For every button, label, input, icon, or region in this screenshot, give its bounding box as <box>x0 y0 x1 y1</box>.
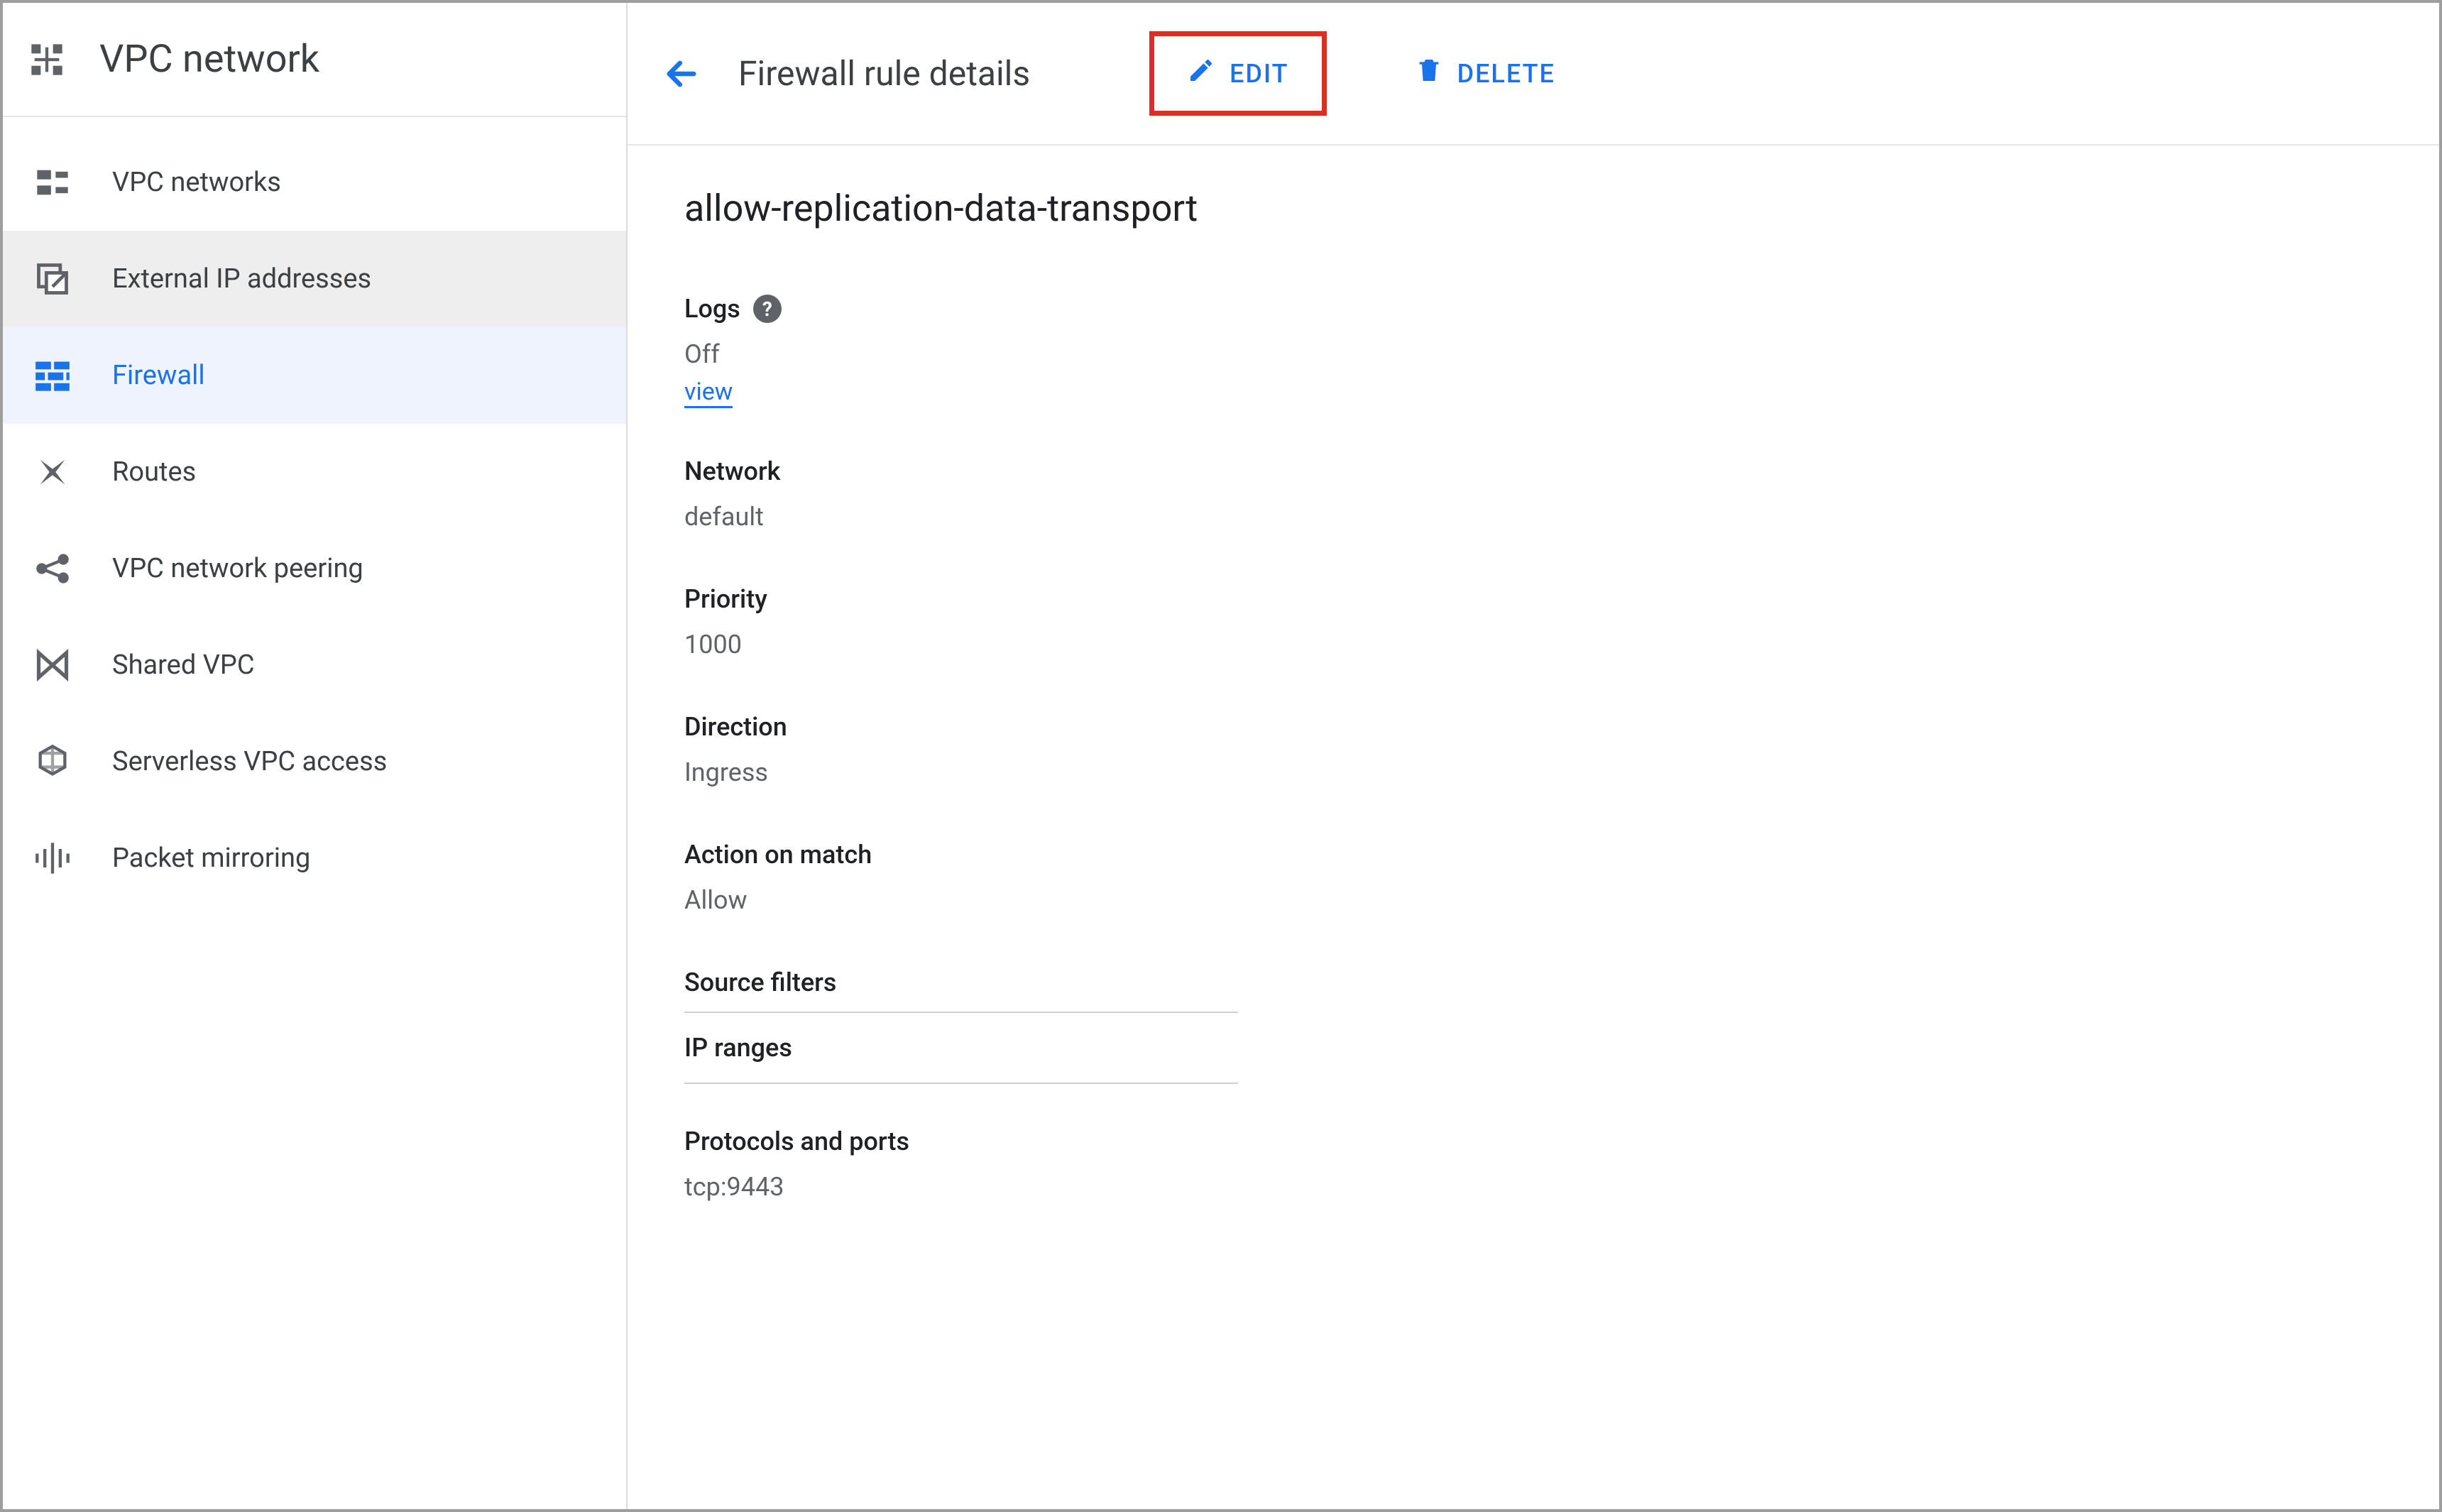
sidebar-item-label: Routes <box>112 456 196 488</box>
source-filters-heading: Source filters <box>684 968 1238 1013</box>
field-protocols: Protocols and ports tcp:9443 <box>684 1127 2382 1206</box>
direction-label: Direction <box>684 712 2382 742</box>
sidebar-item-routes[interactable]: Routes <box>3 424 626 520</box>
vpc-networks-icon <box>34 164 71 201</box>
sidebar-item-label: VPC network peering <box>112 553 363 584</box>
back-button[interactable] <box>659 51 704 97</box>
sidebar-header: VPC network <box>3 3 626 117</box>
edit-button[interactable]: EDIT <box>1161 42 1314 105</box>
shared-vpc-icon <box>34 647 71 684</box>
rule-name: allow-replication-data-transport <box>684 187 2382 230</box>
external-ip-icon <box>34 261 71 297</box>
sidebar-item-serverless[interactable]: Serverless VPC access <box>3 713 626 810</box>
protocols-label: Protocols and ports <box>684 1127 2382 1156</box>
peering-icon <box>34 550 71 587</box>
sidebar-item-label: Serverless VPC access <box>112 746 387 777</box>
logs-label: Logs <box>684 294 740 324</box>
sidebar-item-packet-mirroring[interactable]: Packet mirroring <box>3 810 626 906</box>
firewall-icon <box>34 357 71 394</box>
sidebar-item-label: VPC networks <box>112 167 281 198</box>
pencil-icon <box>1187 56 1215 91</box>
priority-value: 1000 <box>684 625 2382 664</box>
network-label: Network <box>684 456 2382 486</box>
sidebar-item-label: Shared VPC <box>112 650 255 681</box>
sidebar-title: VPC network <box>99 37 319 82</box>
sidebar-nav: VPC networks External IP addresses Firew… <box>3 117 626 906</box>
delete-button[interactable]: DELETE <box>1389 42 1581 105</box>
vpc-network-icon <box>28 41 65 78</box>
priority-label: Priority <box>684 584 2382 614</box>
field-logs: Logs ? Off view <box>684 294 2382 408</box>
network-value: default <box>684 498 2382 536</box>
serverless-icon <box>34 743 71 780</box>
sidebar-item-vpc-networks[interactable]: VPC networks <box>3 134 626 231</box>
sidebar-item-external-ip[interactable]: External IP addresses <box>3 231 626 327</box>
action-label: Action on match <box>684 840 2382 870</box>
edit-highlight: EDIT <box>1149 31 1326 116</box>
main-content: Firewall rule details EDIT DELETE <box>628 3 2439 1509</box>
field-direction: Direction Ingress <box>684 712 2382 791</box>
sidebar-item-peering[interactable]: VPC network peering <box>3 520 626 617</box>
sidebar-item-label: Firewall <box>112 360 205 391</box>
sidebar-item-label: Packet mirroring <box>112 843 310 874</box>
packet-mirroring-icon <box>34 840 71 877</box>
sidebar-item-label: External IP addresses <box>112 263 371 295</box>
sidebar-item-firewall[interactable]: Firewall <box>3 327 626 424</box>
main-header: Firewall rule details EDIT DELETE <box>628 3 2439 146</box>
content: allow-replication-data-transport Logs ? … <box>628 146 2439 1295</box>
edit-label: EDIT <box>1230 59 1288 89</box>
field-priority: Priority 1000 <box>684 584 2382 664</box>
protocols-value: tcp:9443 <box>684 1168 2382 1206</box>
page-title: Firewall rule details <box>738 53 1030 94</box>
logs-view-link[interactable]: view <box>684 378 733 408</box>
delete-label: DELETE <box>1457 59 1555 89</box>
field-source-filters: Source filters IP ranges <box>684 968 2382 1084</box>
field-network: Network default <box>684 456 2382 536</box>
sidebar-item-shared-vpc[interactable]: Shared VPC <box>3 617 626 713</box>
action-value: Allow <box>684 881 2382 919</box>
field-action: Action on match Allow <box>684 840 2382 919</box>
trash-icon <box>1415 56 1443 91</box>
ip-ranges-row: IP ranges <box>684 1013 1238 1084</box>
sidebar: VPC network VPC networks External IP add… <box>3 3 628 1509</box>
routes-icon <box>34 454 71 491</box>
direction-value: Ingress <box>684 753 2382 791</box>
logs-value: Off <box>684 335 2382 373</box>
help-icon[interactable]: ? <box>753 295 782 323</box>
